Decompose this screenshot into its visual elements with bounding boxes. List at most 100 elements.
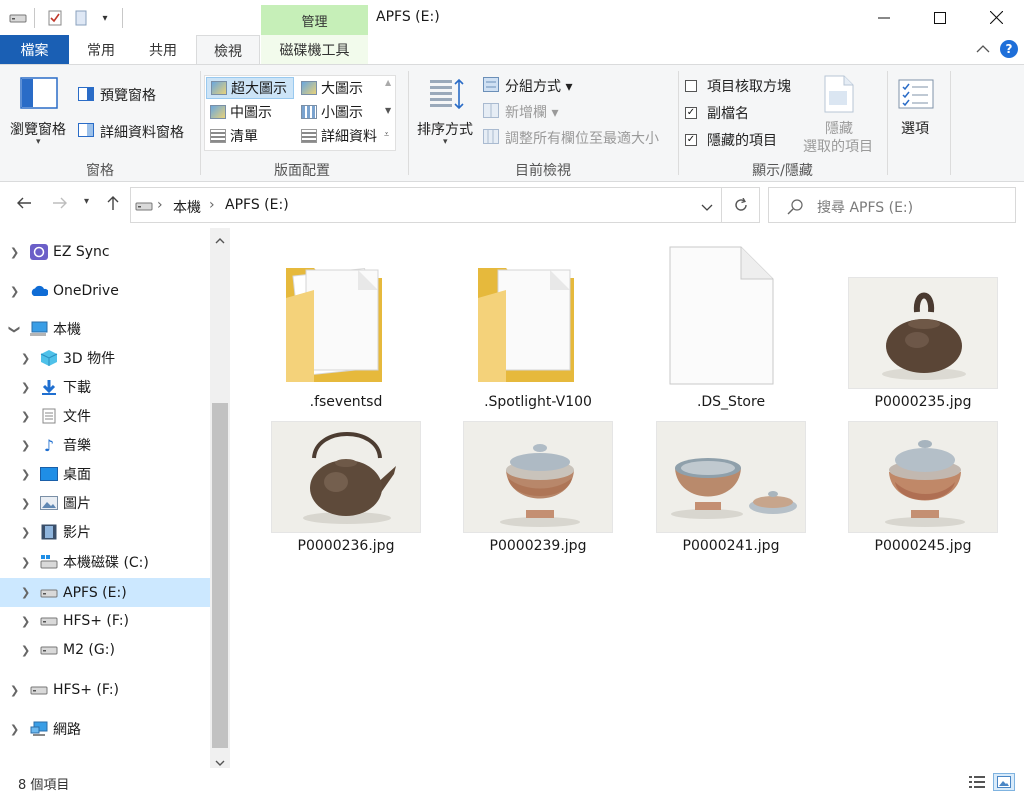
file-item-spotlight[interactable]: .Spotlight-V100 [443, 240, 633, 430]
new-folder-icon[interactable] [72, 9, 90, 27]
tree-item-network[interactable]: ❯ 網路 [0, 715, 210, 743]
collapse-ribbon-icon[interactable] [976, 43, 990, 58]
breadcrumb-chevron-icon[interactable]: › [157, 197, 163, 213]
layout-small-icons[interactable]: 小圖示 [297, 101, 383, 123]
tree-item-this-pc[interactable]: ❯ 本機 [0, 315, 210, 343]
item-checkboxes-checkbox[interactable] [685, 80, 697, 92]
tree-item-videos[interactable]: ❯ 影片 [0, 518, 210, 546]
layout-gallery: 超大圖示 大圖示 中圖示 小圖示 清單 詳細資料 ▲ ▼ ⩡ [204, 75, 396, 151]
tree-item-3d-objects[interactable]: ❯ 3D 物件 [0, 344, 210, 372]
downloads-icon [40, 379, 58, 395]
properties-icon[interactable] [46, 9, 64, 27]
file-item-p0000239[interactable]: P0000239.jpg [443, 410, 633, 600]
minimize-button[interactable] [856, 0, 912, 35]
size-all-columns-button[interactable]: 調整所有欄位至最適大小 [505, 128, 659, 148]
breadcrumb-chevron-icon[interactable]: › [209, 197, 215, 213]
ribbon: 瀏覽窗格 ▾ 預覽窗格 詳細資料窗格 窗格 超大圖示 大圖示 中圖示 小圖示 清… [0, 64, 1024, 182]
file-item-p0000235[interactable]: P0000235.jpg [828, 240, 1018, 430]
forward-button[interactable] [52, 195, 68, 214]
tree-item-downloads[interactable]: ❯ 下載 [0, 373, 210, 401]
details-view-icon[interactable] [969, 775, 985, 793]
details-pane-button[interactable]: 詳細資料窗格 [100, 122, 184, 142]
file-extensions-checkbox[interactable]: ✓ [685, 107, 697, 119]
tree-item-documents[interactable]: ❯ 文件 [0, 402, 210, 430]
scroll-down-icon[interactable]: ▼ [385, 106, 391, 115]
address-history-icon[interactable] [701, 201, 713, 216]
help-icon[interactable]: ? [1000, 40, 1018, 58]
file-item-p0000236[interactable]: P0000236.jpg [251, 410, 441, 600]
file-item-ds-store[interactable]: .DS_Store [636, 240, 826, 430]
add-columns-button[interactable]: 新增欄 ▾ [505, 102, 558, 122]
tree-item-onedrive[interactable]: ❯ OneDrive [0, 277, 210, 305]
group-label-layout: 版面配置 [274, 163, 330, 179]
breadcrumb-this-pc[interactable]: 本機 [173, 197, 201, 217]
hide-selected-line2[interactable]: 選取的項目 [803, 136, 873, 156]
documents-icon [40, 408, 58, 424]
search-box[interactable]: 搜尋 APFS (E:) [768, 187, 1016, 223]
tree-item-hfs-f-root[interactable]: ❯ HFS+ (F:) [0, 676, 210, 704]
group-label-panes: 窗格 [86, 163, 114, 179]
recent-locations-button[interactable]: ▾ [84, 196, 89, 207]
refresh-button[interactable] [722, 187, 760, 223]
hidden-items-checkbox[interactable]: ✓ [685, 134, 697, 146]
sort-by-button[interactable]: 排序方式 [417, 119, 473, 139]
music-icon: ♪ [43, 435, 55, 455]
hide-selected-line1[interactable]: 隱藏 [825, 118, 853, 138]
tree-item-local-disk-c[interactable]: ❯ 本機磁碟 (C:) [0, 548, 210, 576]
tree-item-desktop[interactable]: ❯ 桌面 [0, 460, 210, 488]
tree-item-ez-sync[interactable]: ❯ EZ Sync [0, 238, 210, 266]
tab-file[interactable]: 檔案 [0, 35, 69, 64]
close-button[interactable] [968, 0, 1024, 35]
tree-item-hfs-f[interactable]: ❯ HFS+ (F:) [0, 607, 210, 635]
file-item-p0000245[interactable]: P0000245.jpg [828, 410, 1018, 600]
options-button[interactable]: 選項 [901, 118, 929, 138]
drive-icon [30, 682, 48, 698]
tree-item-music[interactable]: ❯ ♪ 音樂 [0, 431, 210, 459]
tree-item-m2-g[interactable]: ❯ M2 (G:) [0, 636, 210, 664]
details-pane-icon [78, 123, 94, 141]
nav-pane-scrollbar[interactable] [210, 228, 230, 768]
title-bar: ▾ 管理 APFS (E:) [0, 0, 1024, 35]
tab-home[interactable]: 常用 [72, 35, 130, 64]
customize-toolbar-icon[interactable]: ▾ [98, 9, 112, 27]
file-item-p0000241[interactable]: P0000241.jpg [636, 410, 826, 600]
drive-icon [40, 642, 58, 658]
file-item-fseventsd[interactable]: .fseventsd [251, 240, 441, 430]
tree-item-apfs-e[interactable]: ❯ APFS (E:) [0, 578, 210, 607]
scroll-up-icon[interactable]: ▲ [385, 78, 391, 87]
file-extensions-label[interactable]: 副檔名 [707, 103, 749, 123]
preview-pane-button[interactable]: 預覽窗格 [100, 85, 156, 105]
maximize-button[interactable] [912, 0, 968, 35]
drive-icon[interactable] [8, 9, 28, 27]
tab-share[interactable]: 共用 [134, 35, 192, 64]
tree-item-pictures[interactable]: ❯ 圖片 [0, 489, 210, 517]
large-icons-view-icon[interactable] [993, 773, 1015, 791]
forward-arrow-icon [53, 197, 67, 209]
more-layouts-icon[interactable]: ⩡ [384, 130, 389, 140]
layout-large-icons[interactable]: 大圖示 [297, 77, 383, 99]
generic-file-icon [669, 246, 774, 385]
hidden-items-label[interactable]: 隱藏的項目 [707, 130, 777, 150]
layout-list[interactable]: 清單 [206, 125, 294, 147]
scrollbar-thumb[interactable] [212, 403, 228, 748]
scroll-up-arrow-icon[interactable] [215, 233, 225, 248]
sort-by-icon [428, 77, 464, 117]
back-button[interactable] [16, 195, 32, 214]
drive-icon [40, 585, 58, 601]
group-by-button[interactable]: 分組方式 ▾ [505, 76, 572, 96]
item-checkboxes-label[interactable]: 項目核取方塊 [707, 76, 791, 96]
navigation-pane-button[interactable]: 瀏覽窗格 [10, 119, 66, 139]
chevron-down-icon: ▾ [443, 137, 448, 147]
breadcrumb-apfs[interactable]: APFS (E:) [225, 197, 289, 213]
item-count: 8 個項目 [18, 778, 70, 793]
layout-extra-large-icons[interactable]: 超大圖示 [206, 77, 294, 99]
layout-details[interactable]: 詳細資料 [297, 125, 383, 147]
tab-drive-tools[interactable]: 磁碟機工具 [261, 35, 368, 64]
layout-medium-icons[interactable]: 中圖示 [206, 101, 294, 123]
address-bar[interactable]: › 本機 › APFS (E:) [130, 187, 722, 223]
up-button[interactable] [106, 195, 120, 215]
image-thumbnail [656, 421, 806, 533]
navigation-pane-icon [20, 77, 58, 109]
add-columns-icon [483, 103, 499, 122]
tab-view[interactable]: 檢視 [196, 35, 260, 65]
